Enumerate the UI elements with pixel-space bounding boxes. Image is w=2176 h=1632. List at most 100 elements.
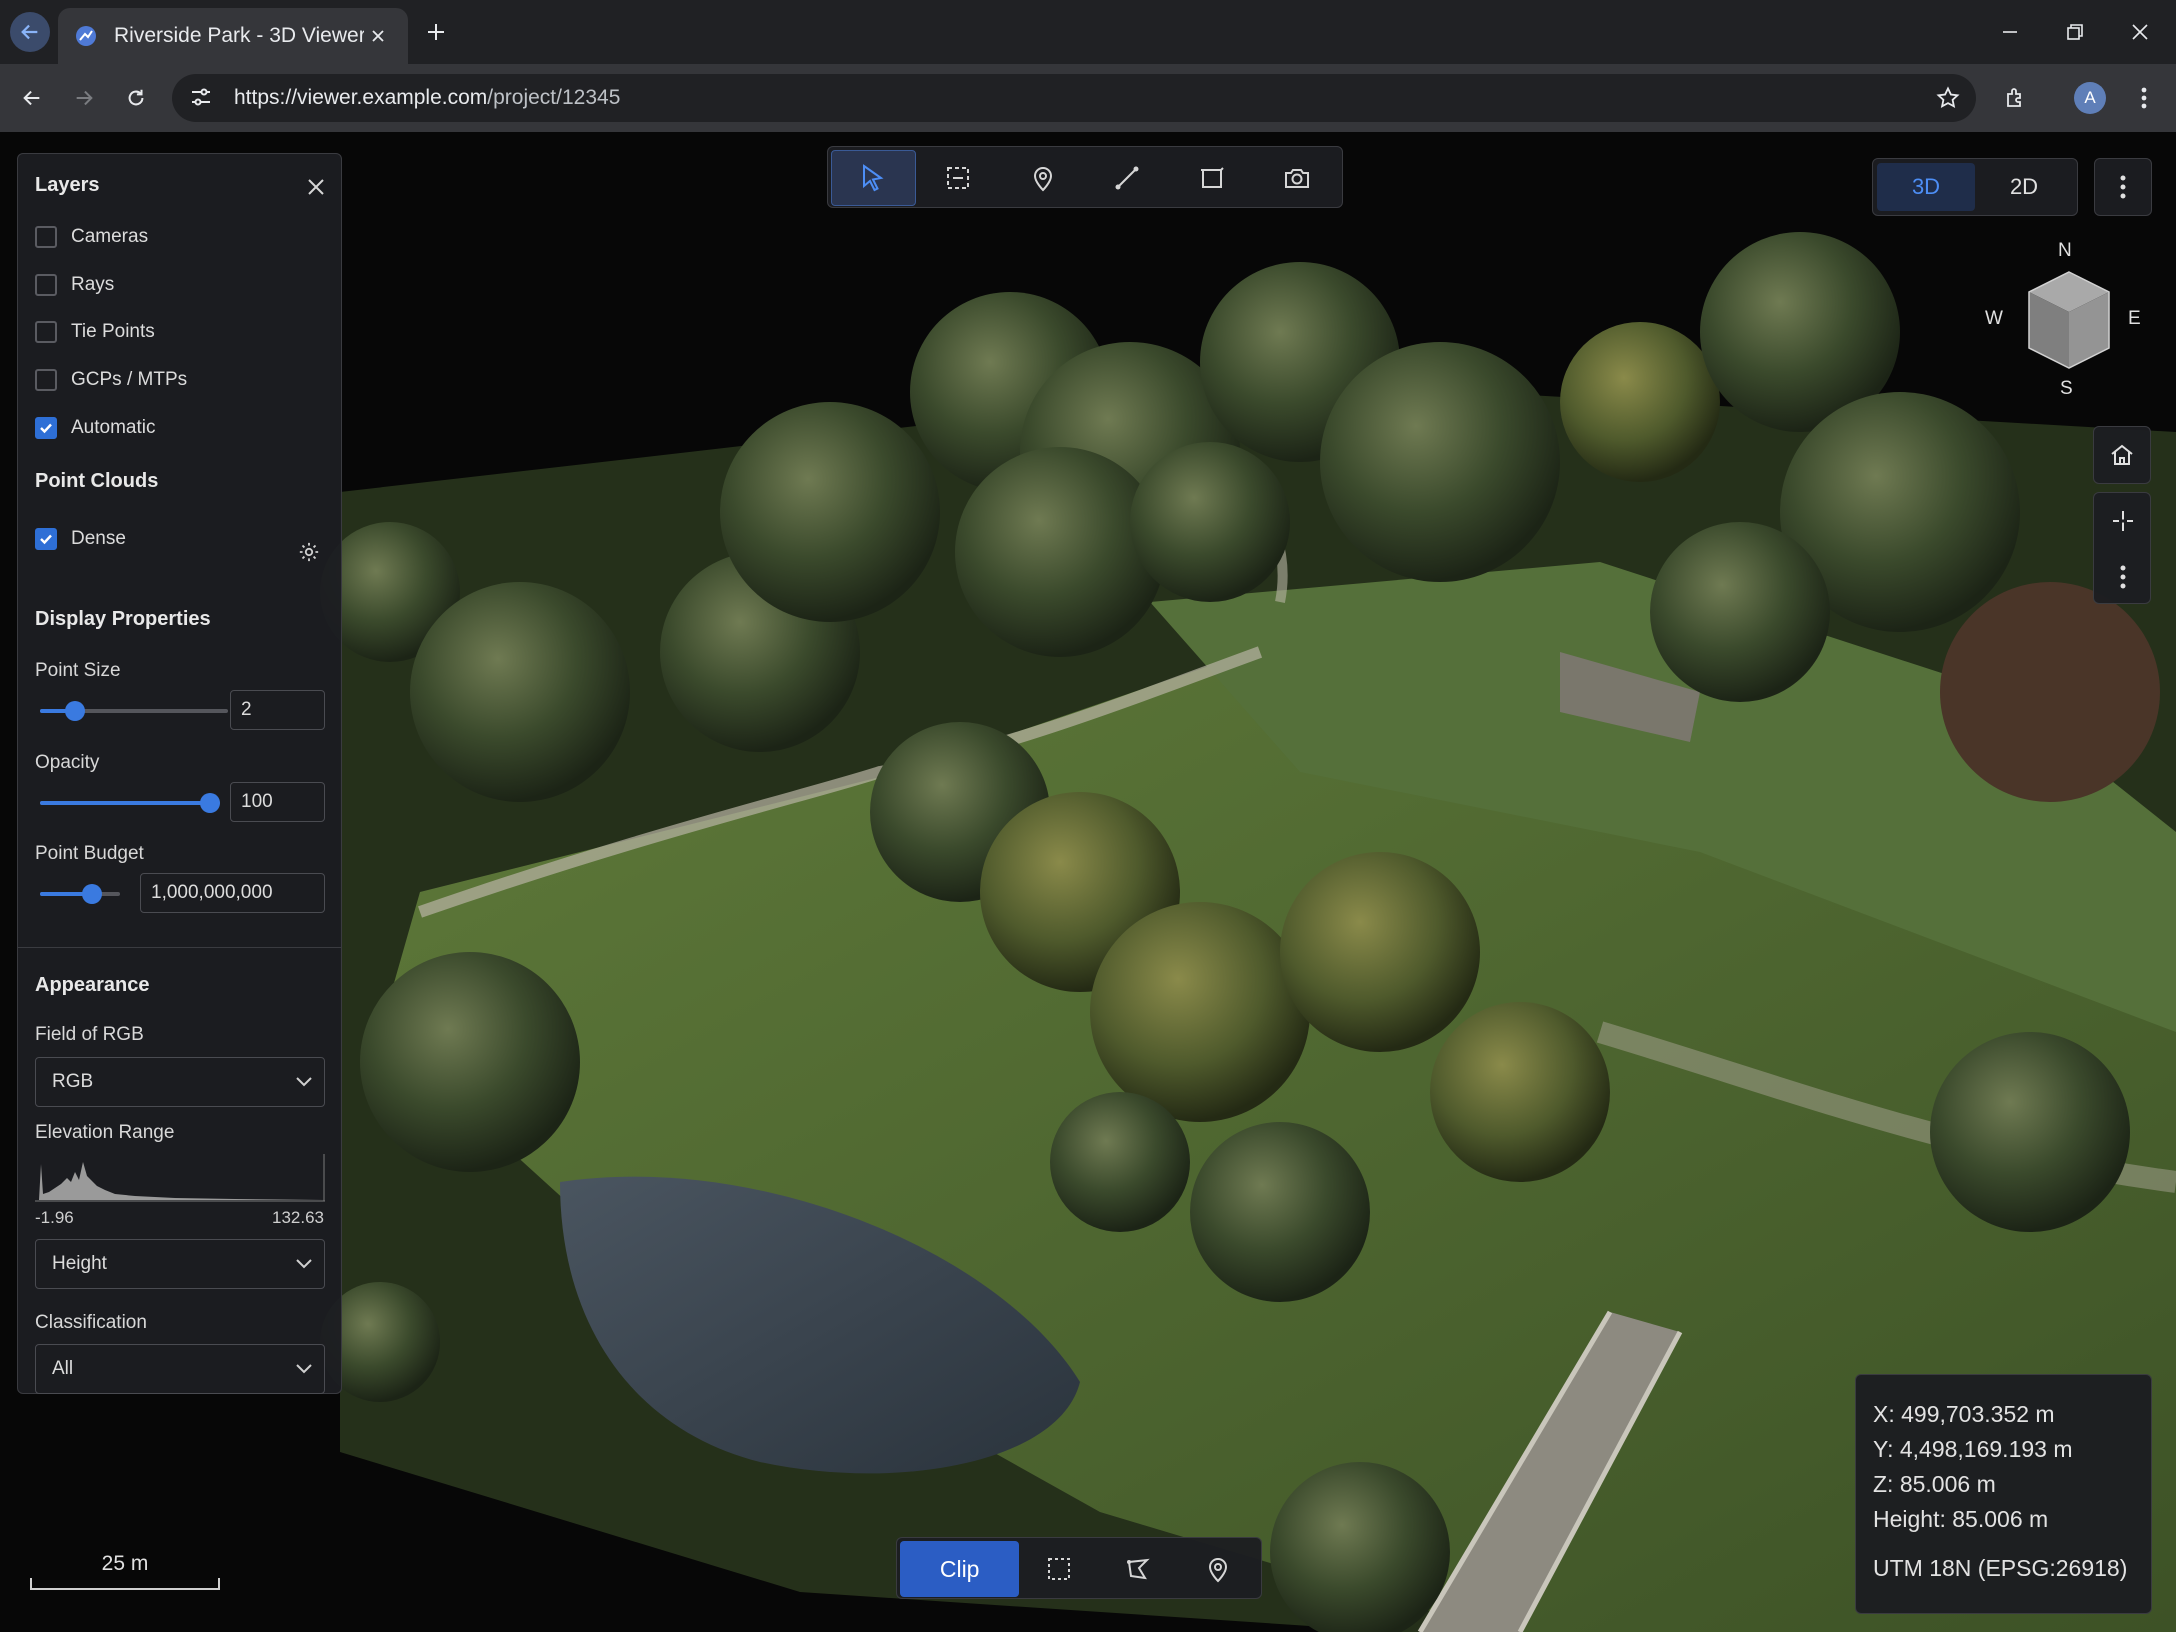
- point-size-input[interactable]: 2: [230, 690, 325, 730]
- point-budget-slider[interactable]: [40, 882, 120, 906]
- gcps-checkbox[interactable]: [35, 369, 57, 391]
- point-marker-tool-button[interactable]: [1000, 150, 1085, 206]
- 3d-viewer-canvas[interactable]: Layers Cameras Rays Tie Points GCPs / MT…: [0, 132, 2176, 1632]
- elevation-mode-select[interactable]: Height: [35, 1239, 325, 1289]
- close-window-icon[interactable]: [2120, 12, 2160, 52]
- clip-point-button[interactable]: [1178, 1541, 1258, 1597]
- opacity-slider[interactable]: [40, 791, 220, 815]
- dense-settings-gear-icon[interactable]: [295, 538, 323, 566]
- view-3d-button[interactable]: 3D: [1877, 163, 1975, 211]
- field-of-rgb-select[interactable]: RGB: [35, 1057, 325, 1107]
- screenshot-tool-button[interactable]: [1254, 150, 1339, 206]
- appearance-title: Appearance: [35, 974, 150, 996]
- viewer-more-menu-button[interactable]: [2094, 158, 2152, 216]
- clip-button[interactable]: Clip: [900, 1541, 1020, 1597]
- tab-title: Riverside Park - 3D Viewer: [114, 24, 364, 47]
- scale-label: 25 m: [101, 1552, 149, 1575]
- browser-menu-icon[interactable]: [2124, 78, 2164, 118]
- elevation-range-label: Elevation Range: [35, 1122, 175, 1143]
- back-icon[interactable]: [12, 78, 52, 118]
- layer-gcps-mtps[interactable]: GCPs / MTPs: [35, 366, 187, 394]
- home-view-button[interactable]: [2093, 426, 2151, 484]
- minimize-icon[interactable]: [1990, 12, 2030, 52]
- chevron-down-icon: [284, 1349, 324, 1389]
- reload-icon[interactable]: [116, 78, 156, 118]
- classification-label: Classification: [35, 1312, 147, 1333]
- polygon-area-icon: [1200, 167, 1224, 188]
- browser-tab[interactable]: Riverside Park - 3D Viewer: [58, 8, 408, 64]
- classification-select[interactable]: All: [35, 1344, 325, 1394]
- more-vertical-icon: [2120, 565, 2126, 589]
- point-budget-label: Point Budget: [35, 843, 144, 864]
- view-cube-icon[interactable]: [2021, 268, 2117, 372]
- compass-north: N: [2058, 240, 2072, 261]
- tab-close-icon[interactable]: [364, 22, 392, 50]
- view-mode-toggle: 3D 2D: [1872, 158, 2078, 216]
- forward-icon[interactable]: [64, 78, 104, 118]
- clip-box-button[interactable]: [1019, 1541, 1099, 1597]
- opacity-label: Opacity: [35, 752, 100, 773]
- layer-automatic[interactable]: Automatic: [35, 414, 155, 442]
- point-size-slider[interactable]: [40, 699, 228, 723]
- select-tool-button[interactable]: [831, 150, 916, 206]
- tie-points-checkbox[interactable]: [35, 321, 57, 343]
- slider-knob[interactable]: [200, 793, 220, 813]
- slider-knob[interactable]: [65, 701, 85, 721]
- rays-checkbox[interactable]: [35, 274, 57, 296]
- area-tool-button[interactable]: [1170, 150, 1255, 206]
- dashed-box-icon: [947, 167, 970, 189]
- navigation-cube[interactable]: N S E W: [1985, 240, 2145, 400]
- point-budget-input[interactable]: 1,000,000,000: [140, 873, 325, 913]
- new-tab-plus-icon[interactable]: [420, 16, 452, 48]
- browser-toolbar: https://viewer.example.com/project/12345…: [0, 64, 2176, 132]
- layer-dense[interactable]: Dense: [35, 525, 126, 553]
- coord-x: X: 499,703.352 m: [1873, 1401, 2055, 1427]
- cursor-arrow-icon: [863, 164, 884, 192]
- elevation-min: -1.96: [35, 1208, 74, 1227]
- point-clouds-title: Point Clouds: [35, 470, 159, 492]
- layer-tie-points[interactable]: Tie Points: [35, 318, 155, 346]
- chevron-down-icon: [284, 1244, 324, 1284]
- address-bar[interactable]: https://viewer.example.com/project/12345: [172, 74, 1976, 122]
- clip-polygon-button[interactable]: [1099, 1541, 1179, 1597]
- box-select-tool-button[interactable]: [916, 150, 1001, 206]
- url-text: https://viewer.example.com/project/12345: [234, 86, 621, 109]
- coord-height: Height: 85.006 m: [1873, 1506, 2049, 1532]
- layer-rays[interactable]: Rays: [35, 271, 114, 299]
- dashed-square-icon: [1048, 1558, 1071, 1580]
- browser-tab-strip: Riverside Park - 3D Viewer: [0, 0, 2176, 64]
- opacity-input[interactable]: 100: [230, 782, 325, 822]
- dense-checkbox[interactable]: [35, 528, 57, 550]
- field-of-rgb-label: Field of RGB: [35, 1024, 144, 1045]
- site-settings-icon[interactable]: [188, 84, 216, 112]
- restore-icon[interactable]: [2055, 12, 2095, 52]
- profile-avatar[interactable]: A: [2070, 78, 2110, 118]
- slider-knob[interactable]: [82, 884, 102, 904]
- automatic-checkbox[interactable]: [35, 417, 57, 439]
- focus-center-button[interactable]: [2094, 493, 2152, 549]
- elevation-max: 132.63: [272, 1208, 324, 1227]
- compass-west: W: [1985, 308, 2003, 329]
- more-vertical-icon: [2120, 175, 2126, 199]
- back-arrow-icon[interactable]: [10, 12, 50, 52]
- measurement-toolbar: [827, 146, 1343, 208]
- distance-tool-button[interactable]: [1085, 150, 1170, 206]
- bookmark-star-icon[interactable]: [1928, 78, 1968, 118]
- close-icon[interactable]: [301, 172, 331, 202]
- elevation-histogram[interactable]: [35, 1154, 325, 1202]
- map-pin-icon: [1033, 167, 1052, 192]
- layer-cameras[interactable]: Cameras: [35, 223, 148, 251]
- cameras-checkbox[interactable]: [35, 226, 57, 248]
- site-favicon-icon: [74, 24, 98, 48]
- extensions-icon[interactable]: [1996, 78, 2036, 118]
- layers-title: Layers: [35, 174, 100, 196]
- coordinates-readout: X: 499,703.352 m Y: 4,498,169.193 m Z: 8…: [1855, 1374, 2152, 1614]
- side-more-button[interactable]: [2094, 549, 2152, 605]
- crosshair-icon: [2113, 511, 2133, 531]
- view-2d-button[interactable]: 2D: [1975, 163, 2073, 211]
- layers-panel: Layers Cameras Rays Tie Points GCPs / MT…: [17, 153, 342, 1394]
- chevron-down-icon: [284, 1062, 324, 1102]
- clip-toolbar: Clip: [896, 1537, 1262, 1599]
- coord-y: Y: 4,498,169.193 m: [1873, 1436, 2073, 1462]
- viewer-side-controls: [2093, 492, 2151, 604]
